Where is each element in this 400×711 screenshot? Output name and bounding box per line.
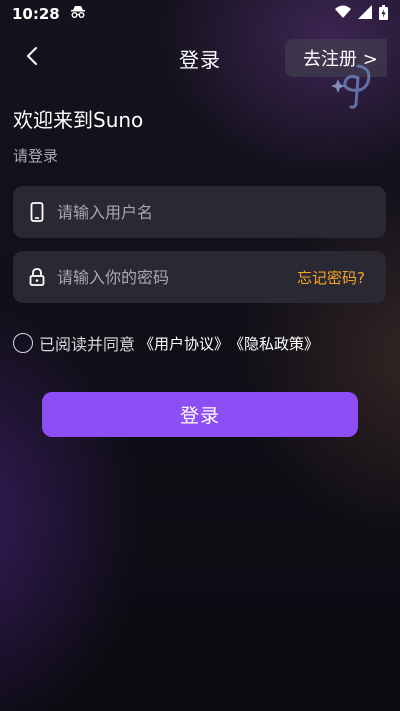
user-agreement-link[interactable]: 《用户协议》 [139,333,229,354]
incognito-icon [70,5,86,23]
status-icons [335,4,388,24]
username-field[interactable] [13,186,386,238]
agreement-row: 已阅读并同意 《用户协议》 《隐私政策》 [13,331,319,355]
lock-icon [27,267,47,287]
welcome-heading: 欢迎来到Suno [13,108,144,132]
username-input[interactable] [57,202,277,222]
agreement-prefix: 已阅读并同意 [39,335,136,354]
battery-icon [379,4,388,24]
phone-icon [27,202,47,222]
privacy-policy-link[interactable]: 《隐私政策》 [229,333,319,354]
agreement-checkbox[interactable] [13,333,33,353]
password-input[interactable] [57,267,277,287]
music-note-icon [330,60,380,110]
login-button[interactable]: 登录 [42,392,358,437]
wifi-icon [335,5,351,23]
signal-icon [358,5,372,23]
status-bar: 10:28 [0,0,400,28]
login-subtitle: 请登录 [13,147,59,165]
password-field[interactable]: 忘记密码? [13,251,386,303]
forgot-password-link[interactable]: 忘记密码? [297,267,365,288]
status-time: 10:28 [12,5,60,23]
